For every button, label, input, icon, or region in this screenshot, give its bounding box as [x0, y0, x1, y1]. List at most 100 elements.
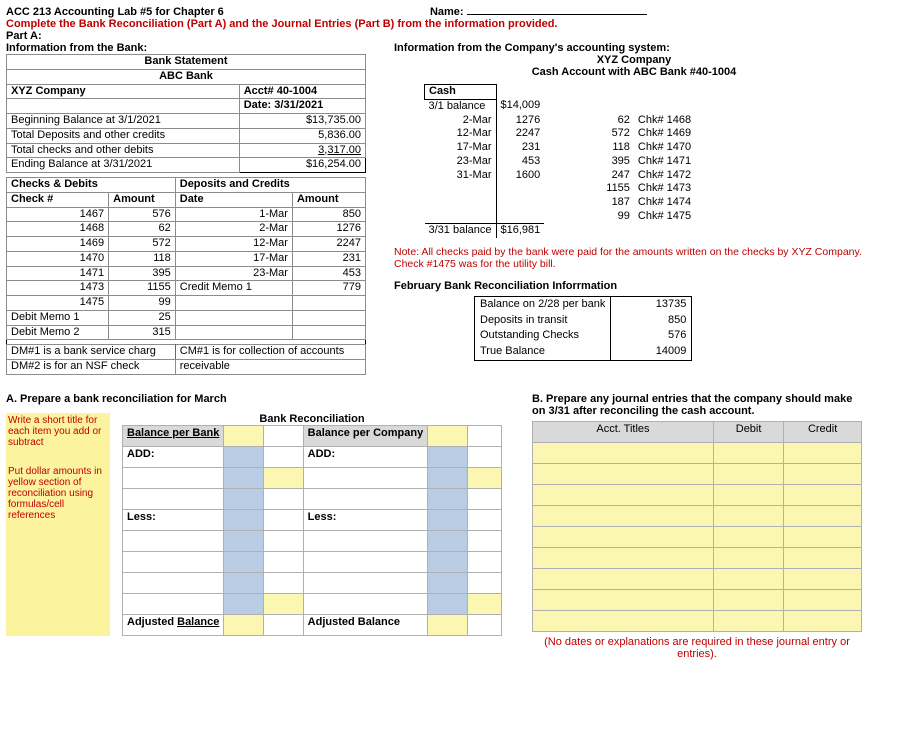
less-label: Less: [303, 509, 428, 530]
je-footnote: (No dates or explanations are required i… [532, 636, 862, 660]
bank-row-amt: $13,735.00 [239, 114, 365, 129]
dep-date: 12-Mar [425, 127, 497, 141]
journal-entry-grid[interactable]: Acct. Titles Debit Credit [532, 421, 862, 632]
chk-amt: 572 [602, 127, 634, 141]
cash-col-head: Cash [425, 85, 497, 100]
bal-per-bank-head: Balance per Bank [127, 427, 219, 439]
feb-val: 850 [611, 313, 692, 329]
bank-row-label: Ending Balance at 3/31/2021 [7, 158, 240, 173]
chk-num: Chk# 1468 [634, 114, 695, 128]
chk-amt: 1155 [602, 182, 634, 196]
bank-reconciliation-grid[interactable]: Balance per Bank Balance per Company ADD… [122, 425, 502, 636]
hint-text: Put dollar amounts in yellow section of … [8, 466, 108, 521]
feb-val: 576 [611, 328, 692, 344]
feb-reconciliation-box: Balance on 2/28 per bank13735 Deposits i… [474, 296, 692, 361]
feb-title: February Bank Reconciliation Inforrmatio… [394, 280, 874, 292]
debit-num: Debit Memo 2 [7, 325, 109, 340]
bank-row-amt: 3,317.00 [239, 143, 365, 158]
chk-amt: 247 [602, 169, 634, 183]
debit-amt: 315 [109, 325, 176, 340]
col-amount: Amount [109, 192, 176, 207]
chk-num: Chk# 1472 [634, 169, 695, 183]
je-col-title: Acct. Titles [533, 421, 714, 442]
parta-title: A. Prepare a bank reconciliation for Mar… [6, 393, 502, 405]
chk-amt: 395 [602, 155, 634, 169]
credit-date: 17-Mar [175, 251, 292, 266]
dep-amt: 1276 [496, 114, 544, 128]
feb-val: 13735 [611, 297, 692, 313]
bank-row-amt: 5,836.00 [239, 128, 365, 143]
bank-row-label: Beginning Balance at 3/1/2021 [7, 114, 240, 129]
dep-date: 2-Mar [425, 114, 497, 128]
bank-acct: Acct# 40-1004 [239, 84, 365, 99]
adj-bal-label: Adjusted Balance [127, 616, 219, 628]
credit-amt: 1276 [292, 222, 365, 237]
feb-label: Outstanding Checks [475, 328, 611, 344]
instruction-line: Complete the Bank Reconciliation (Part A… [6, 18, 905, 30]
credit-amt: 231 [292, 251, 365, 266]
bank-rec-title: Bank Reconciliation [122, 413, 502, 425]
bank-row-label: Total checks and other debits [7, 143, 240, 158]
credit-amt: 2247 [292, 237, 365, 252]
dep-amt: 2247 [496, 127, 544, 141]
chk-amt: 62 [602, 114, 634, 128]
hint-box: Write a short title for each item you ad… [6, 413, 110, 636]
dep-date: 31-Mar [425, 169, 497, 183]
chk-amt: 99 [602, 210, 634, 224]
bank-company: XYZ Company [7, 84, 240, 99]
add-label: ADD: [123, 446, 224, 467]
bank-row-label: Total Deposits and other credits [7, 128, 240, 143]
col-amount2: Amount [292, 192, 365, 207]
checks-debits-header: Checks & Debits [7, 178, 176, 193]
debit-amt: 1155 [109, 281, 176, 296]
debit-amt: 576 [109, 207, 176, 222]
page-title: ACC 213 Accounting Lab #5 for Chapter 6 [6, 6, 224, 18]
cm-note: receivable [175, 360, 365, 375]
debit-amt: 25 [109, 310, 176, 325]
col-checknum: Check # [7, 192, 109, 207]
debit-num: 1475 [7, 296, 109, 311]
bank-row-amt: $16,254.00 [239, 158, 365, 173]
checks-credits-table: Checks & Debits Deposits and Credits Che… [6, 177, 366, 375]
chk-num: Chk# 1469 [634, 127, 695, 141]
less-label: Less: [123, 509, 224, 530]
close-amt: $16,981 [496, 224, 544, 238]
dm-note: DM#2 is for an NSF check [7, 360, 176, 375]
debit-num: 1471 [7, 266, 109, 281]
credit-date: 1-Mar [175, 207, 292, 222]
chk-num: Chk# 1470 [634, 141, 695, 155]
debit-num: 1473 [7, 281, 109, 296]
bank-name: ABC Bank [7, 69, 366, 84]
partb-title: B. Prepare any journal entries that the … [532, 393, 862, 417]
company-heading: Information from the Company's accountin… [394, 42, 874, 54]
bank-heading: Information from the Bank: [6, 42, 366, 54]
debit-amt: 572 [109, 237, 176, 252]
name-label: Name: [430, 6, 464, 18]
col-date: Date [175, 192, 292, 207]
close-label: 3/31 balance [425, 224, 497, 238]
credit-date: 12-Mar [175, 237, 292, 252]
credit-amt: 850 [292, 207, 365, 222]
credit-date: 23-Mar [175, 266, 292, 281]
feb-val: 14009 [611, 344, 692, 360]
feb-label: Deposits in transit [475, 313, 611, 329]
open-label: 3/1 balance [425, 99, 497, 113]
dep-amt: 453 [496, 155, 544, 169]
credit-date: 2-Mar [175, 222, 292, 237]
chk-amt: 118 [602, 141, 634, 155]
chk-num: Chk# 1475 [634, 210, 695, 224]
dep-amt: 1600 [496, 169, 544, 183]
name-blank[interactable] [467, 14, 647, 15]
parta-label: Part A: [6, 30, 905, 42]
bank-date: Date: 3/31/2021 [239, 99, 365, 114]
dm-note: DM#1 is a bank service charg [7, 345, 176, 360]
deposits-credits-header: Deposits and Credits [175, 178, 365, 193]
chk-num: Chk# 1473 [634, 182, 695, 196]
debit-num: 1469 [7, 237, 109, 252]
bank-statement-table: Bank Statement ABC Bank XYZ Company Acct… [6, 54, 366, 173]
add-label: ADD: [303, 446, 428, 467]
dep-date: 17-Mar [425, 141, 497, 155]
bal-per-company-head: Balance per Company [308, 427, 424, 439]
debit-num: 1470 [7, 251, 109, 266]
feb-label: True Balance [475, 344, 611, 360]
